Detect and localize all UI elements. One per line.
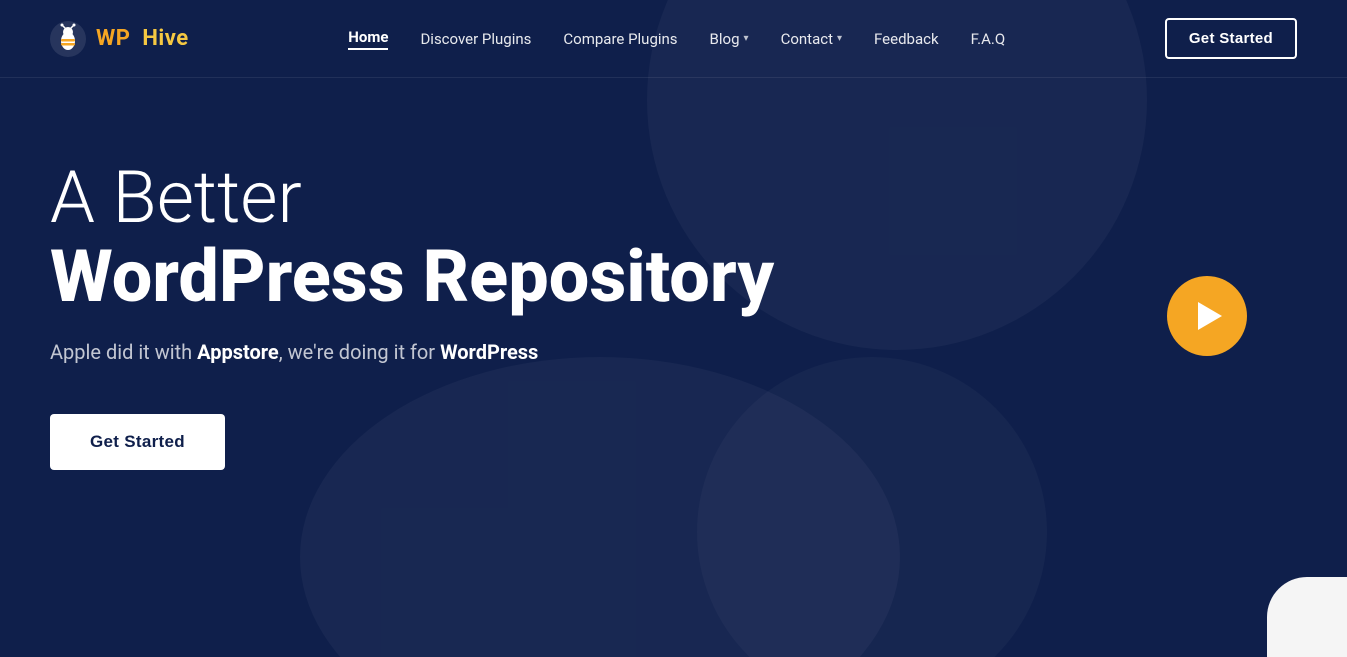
hero-subtitle-wordpress: WordPress: [440, 340, 538, 364]
nav-faq[interactable]: F.A.Q: [971, 30, 1006, 48]
hero-subtitle: Apple did it with Appstore, we're doing …: [50, 340, 850, 364]
blog-chevron-icon: ▾: [744, 33, 749, 44]
contact-chevron-icon: ▾: [837, 33, 842, 44]
hero-subtitle-prefix: Apple did it with: [50, 340, 197, 364]
nav-blog[interactable]: Blog ▾: [710, 30, 749, 48]
header-get-started-button[interactable]: Get Started: [1165, 18, 1297, 59]
nav-compare-plugins[interactable]: Compare Plugins: [563, 30, 677, 48]
nav-contact-label: Contact: [781, 30, 833, 48]
logo[interactable]: WP Hive: [50, 21, 189, 57]
main-nav: Home Discover Plugins Compare Plugins Bl…: [348, 28, 1005, 50]
nav-home[interactable]: Home: [348, 28, 388, 50]
logo-wp-text: WP: [96, 26, 130, 51]
nav-blog-label: Blog: [710, 30, 740, 48]
hero-get-started-button[interactable]: Get Started: [50, 414, 225, 470]
logo-hive-text: Hive: [142, 26, 188, 51]
hero-title: A Better WordPress Repository: [50, 158, 850, 316]
play-video-button[interactable]: [1167, 276, 1247, 356]
nav-feedback[interactable]: Feedback: [874, 30, 939, 48]
hero-title-line1: A Better: [50, 155, 302, 240]
hero-subtitle-middle: , we're doing it for: [279, 340, 440, 364]
play-icon: [1198, 302, 1222, 330]
hero-title-line2: WordPress Repository: [50, 237, 850, 316]
hero-section: A Better WordPress Repository Apple did …: [0, 78, 900, 470]
nav-contact[interactable]: Contact ▾: [781, 30, 842, 48]
site-header: WP Hive Home Discover Plugins Compare Pl…: [0, 0, 1347, 78]
hero-subtitle-appstore: Appstore: [197, 340, 279, 364]
nav-discover-plugins[interactable]: Discover Plugins: [420, 30, 531, 48]
